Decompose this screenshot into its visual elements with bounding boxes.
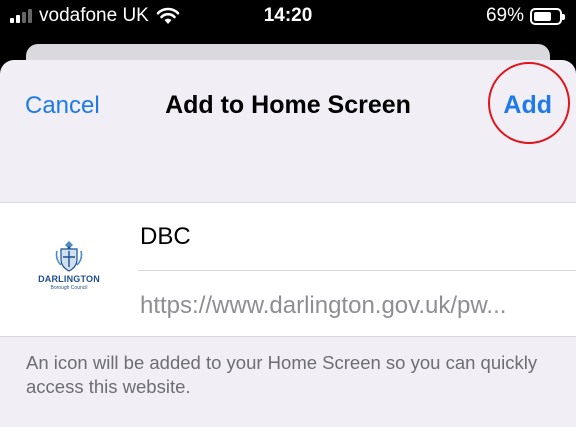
add-to-home-sheet: Cancel Add to Home Screen Add DARLINGTON… [0,60,576,427]
logo-name: DARLINGTON [38,274,100,284]
info-footnote: An icon will be added to your Home Scree… [26,352,538,397]
site-url: https://www.darlington.gov.uk/pw... [140,292,507,319]
site-icon-preview: DARLINGTON Borough Council [30,239,108,301]
logo-subtitle: Borough Council [50,285,88,291]
add-highlight-circle [488,62,570,144]
status-right: 69% [485,5,565,27]
status-bar: vodafone UK 14:20 69% [0,0,576,34]
sheet-navigation-bar: Cancel Add to Home Screen Add [0,60,576,148]
site-details-card: DARLINGTON Borough Council https://www.d… [0,202,576,337]
battery-icon [530,7,565,25]
battery-fill [534,11,551,21]
council-crest-icon [55,241,83,272]
battery-percent: 69% [485,5,524,26]
site-name-input[interactable] [140,223,540,251]
field-separator [138,270,576,271]
